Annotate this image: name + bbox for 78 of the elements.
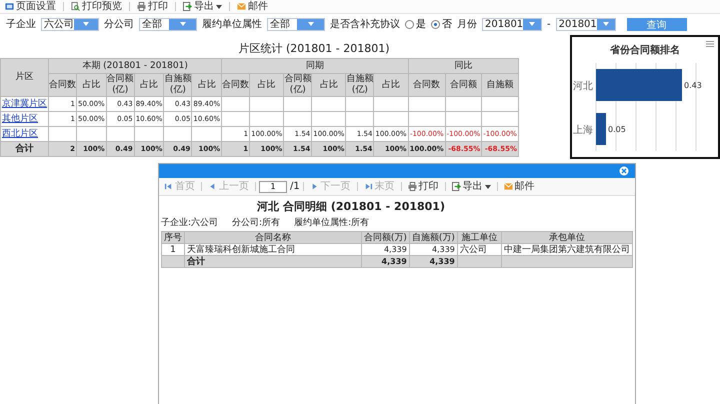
filter-label: 履约单位属性 (202, 18, 262, 31)
column-header: 占比 (312, 74, 346, 96)
month-from-field[interactable]: 201801 (482, 18, 542, 30)
export-icon (452, 182, 461, 191)
group-header: 本期 (201801 - 201801) (48, 58, 222, 74)
column-header: 合同额 (亿) (106, 74, 134, 96)
category-label: 上海 (573, 125, 593, 136)
close-icon[interactable] (619, 166, 629, 176)
filter-label: 是否含补充协议 (330, 18, 400, 31)
column-header: 合同额 (445, 74, 482, 96)
dropdown-field[interactable]: 全部 (139, 18, 197, 30)
range-separator: - (547, 18, 551, 30)
page-setup-icon (5, 2, 14, 11)
toolbar-button[interactable]: 邮件 (500, 180, 538, 192)
bar (596, 113, 606, 145)
caret-icon (529, 22, 536, 26)
column-header: 占比 (250, 74, 284, 96)
column-header: 合同数 (48, 74, 76, 96)
month-to-field[interactable]: 201801 (556, 18, 616, 30)
column-header: 自施额(万) (409, 232, 458, 244)
column-header: 自施额 (亿) (164, 74, 192, 96)
column-header: 合同名称 (184, 232, 362, 244)
report-title: 片区统计 (201801 - 201801) (237, 41, 391, 56)
filter-label: 分公司 (104, 18, 134, 31)
column-header: 承包单位 (501, 232, 632, 244)
data-label: 0.05 (608, 125, 626, 134)
filter-text: 分公司:所有 (232, 216, 280, 229)
table-cell: 4,339 (361, 256, 410, 268)
filter-text: 子企业:六公司 (161, 216, 218, 229)
printer-icon (408, 182, 417, 191)
dialog-title: 河北 合同明细 (201801 - 201801) (256, 199, 445, 214)
toolbar-button[interactable]: 打印 (404, 180, 442, 192)
last-page-icon (364, 182, 373, 191)
next-page-icon (310, 182, 319, 191)
radio-option[interactable]: 否 (431, 17, 452, 31)
column-header: 序号 (162, 232, 184, 244)
first-page-icon (164, 182, 173, 191)
page-total: /1 (290, 181, 300, 192)
radio-option[interactable]: 是 (405, 17, 426, 31)
dropdown-field[interactable]: 全部 (267, 18, 325, 30)
envelope-icon (504, 182, 513, 191)
column-header: 合同额 (亿) (284, 74, 312, 96)
toolbar-button[interactable]: 邮件 (234, 0, 271, 12)
filter-text: 履约单位属性:所有 (294, 216, 370, 229)
group-header: 同比 (408, 58, 518, 74)
column-header: 占比 (76, 74, 106, 96)
column-header: 合同额(万) (361, 232, 410, 244)
chart-title: 省份合同额排名 (609, 43, 681, 57)
previous-page-icon (208, 182, 217, 191)
group-header: 同期 (222, 58, 408, 74)
table-cell: 4,339 (409, 256, 458, 268)
column-header: 自施额 (482, 74, 518, 96)
data-label: 0.43 (684, 81, 702, 90)
column-header: 合同数 (408, 74, 446, 96)
toolbar-button[interactable]: 打印预览 (68, 0, 125, 12)
column-header: 占比 (374, 74, 408, 96)
toolbar-button[interactable]: 打印 (134, 0, 171, 12)
category-label: 河北 (573, 81, 593, 92)
toolbar-button[interactable]: 导出 (448, 180, 494, 192)
caret-icon (180, 22, 186, 26)
column-header: 施工单位 (457, 232, 502, 244)
column-header: 片区 (0, 58, 48, 96)
caret-icon (308, 22, 314, 26)
caret-icon (602, 22, 609, 26)
menu-icon[interactable] (706, 41, 714, 47)
page-field[interactable]: 1 (259, 180, 287, 192)
column-header: 自施额 (亿) (346, 74, 374, 96)
column-header: 占比 (134, 74, 164, 96)
total-label: 合计 (184, 256, 362, 268)
toolbar-button[interactable]: 导出 (180, 0, 225, 12)
caret-icon (83, 22, 89, 26)
dropdown-field[interactable]: 六公司 (41, 18, 99, 30)
column-header: 占比 (192, 74, 222, 96)
column-header: 合同数 (222, 74, 250, 96)
filter-label: 月份 (457, 18, 477, 31)
filter-label: 子企业 (6, 18, 36, 31)
total-label: 合计 (16, 144, 34, 154)
toolbar-button[interactable]: 页面设置 (2, 0, 59, 12)
